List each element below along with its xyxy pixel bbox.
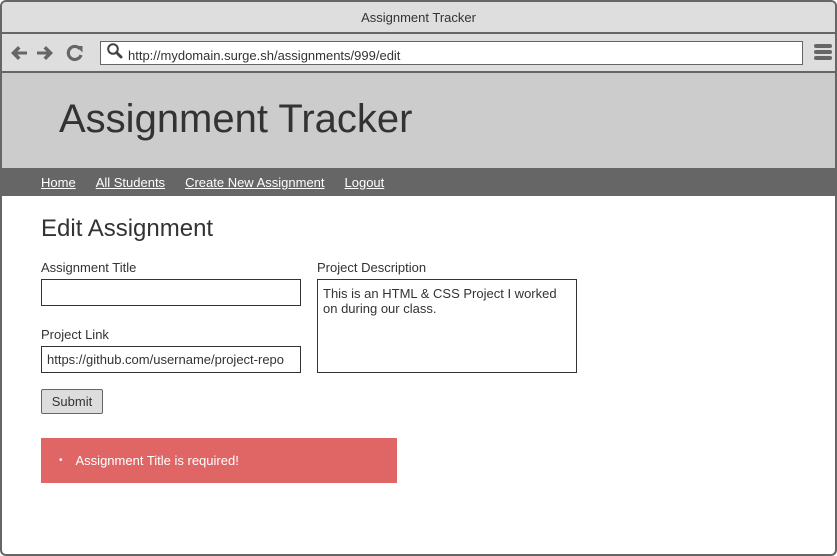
site-header: Assignment Tracker — [2, 73, 835, 168]
arrow-right-icon — [37, 46, 53, 60]
browser-window: Assignment Tracker http://mydomain.surge… — [0, 0, 837, 556]
address-bar[interactable]: http://mydomain.surge.sh/assignments/999… — [100, 41, 803, 65]
project-link-label: Project Link — [41, 327, 109, 342]
project-description-textarea[interactable]: This is an HTML & CSS Project I worked o… — [317, 279, 577, 373]
site-title: Assignment Tracker — [59, 97, 413, 141]
submit-button[interactable]: Submit — [41, 389, 103, 414]
browser-toolbar: http://mydomain.surge.sh/assignments/999… — [2, 34, 835, 73]
nav-link-all-students[interactable]: All Students — [96, 175, 165, 190]
search-icon — [107, 43, 123, 59]
forward-button[interactable] — [35, 43, 55, 63]
assignment-title-label: Assignment Title — [41, 260, 137, 275]
back-button[interactable] — [9, 43, 29, 63]
arrow-left-icon — [11, 46, 27, 60]
error-message: Assignment Title is required! — [75, 453, 239, 468]
page-title: Edit Assignment — [41, 215, 214, 242]
assignment-title-input[interactable] — [41, 279, 301, 306]
error-bullet: • — [59, 455, 63, 466]
main-nav: Home All Students Create New Assignment … — [2, 168, 835, 196]
project-link-input[interactable] — [41, 346, 301, 373]
reload-button[interactable] — [65, 43, 85, 63]
hamburger-menu-icon — [814, 44, 832, 60]
window-title: Assignment Tracker — [361, 9, 476, 25]
window-titlebar: Assignment Tracker — [2, 2, 835, 34]
reload-icon — [66, 44, 83, 62]
url-text: http://mydomain.surge.sh/assignments/999… — [128, 47, 401, 63]
nav-link-home[interactable]: Home — [41, 175, 76, 190]
browser-menu-button[interactable] — [814, 44, 832, 62]
error-message-box: • Assignment Title is required! — [41, 438, 397, 483]
main-content: Edit Assignment Assignment Title Project… — [2, 196, 835, 554]
nav-link-create-new-assignment[interactable]: Create New Assignment — [185, 175, 324, 190]
project-description-label: Project Description — [317, 260, 427, 275]
nav-link-logout[interactable]: Logout — [345, 175, 385, 190]
